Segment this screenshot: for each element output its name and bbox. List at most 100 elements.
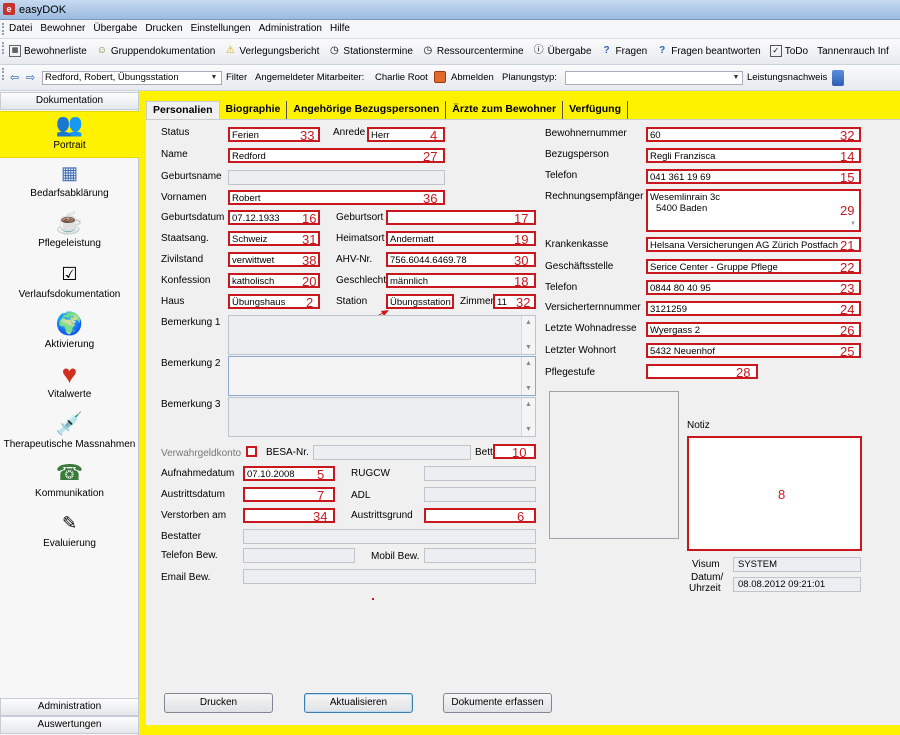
- sidebar-item-pflegeleistung[interactable]: ☕ Pflegeleistung: [0, 210, 139, 249]
- service-record-label[interactable]: Leistungsnachweis: [747, 72, 827, 83]
- annotation-number: 30: [514, 253, 529, 268]
- grip-handle[interactable]: [2, 23, 5, 35]
- annotation-number: 38: [302, 253, 317, 268]
- arrow-right-icon[interactable]: ⇨: [26, 71, 35, 84]
- bestatter-field[interactable]: [243, 529, 536, 544]
- toolbar-verlegungsbericht[interactable]: ⚠ Verlegungsbericht: [224, 45, 320, 57]
- letzte-wohnadresse-field[interactable]: Wyergass 2: [646, 322, 861, 337]
- geburtsname-field[interactable]: [228, 170, 445, 185]
- rechnungsempfaenger-label: Rechnungsempfänger: [545, 191, 644, 202]
- rugcw-field[interactable]: [424, 466, 536, 481]
- annotation-number: 21: [840, 238, 855, 253]
- logout-button[interactable]: Abmelden: [451, 72, 494, 83]
- menu-datei[interactable]: Datei: [9, 23, 32, 34]
- scrollbar[interactable]: ▲ ▼: [521, 398, 535, 436]
- menu-einstellungen[interactable]: Einstellungen: [191, 23, 251, 34]
- vornamen-field[interactable]: Robert: [228, 190, 445, 205]
- menu-bewohner[interactable]: Bewohner: [40, 23, 85, 34]
- globe-icon: 🌍: [55, 311, 84, 336]
- bemerkung1-textarea[interactable]: ▲ ▼: [228, 315, 536, 355]
- toolbar-tannenrauch[interactable]: Tannenrauch Inf: [817, 45, 889, 57]
- letzter-wohnort-field[interactable]: 5432 Neuenhof: [646, 343, 861, 358]
- grip-handle[interactable]: [2, 68, 5, 80]
- tab-aerzte[interactable]: Ärzte zum Bewohner: [446, 101, 564, 119]
- arrow-left-icon[interactable]: ⇦: [10, 71, 19, 84]
- toolbar-gruppendokumentation[interactable]: ☺ Gruppendokumentation: [96, 45, 216, 57]
- sidebar-item-therapeutische-massnahmen[interactable]: 💉 Therapeutische Massnahmen: [0, 411, 139, 450]
- scrollbar[interactable]: ▲ ▼: [521, 316, 535, 354]
- bestatter-label: Bestatter: [161, 531, 202, 542]
- chevron-down-icon[interactable]: ▼: [730, 72, 742, 84]
- bewohnernummer-field[interactable]: 60: [646, 127, 861, 142]
- zivilstand-label: Zivilstand: [161, 254, 204, 265]
- chevron-down-icon[interactable]: ▼: [850, 221, 856, 227]
- email-bew-field[interactable]: [243, 569, 536, 584]
- name-field[interactable]: Redford: [228, 148, 445, 163]
- menu-hilfe[interactable]: Hilfe: [330, 23, 350, 34]
- refresh-button[interactable]: Aktualisieren: [304, 693, 413, 713]
- sidebar-footer-administration[interactable]: Administration: [0, 698, 139, 716]
- tab-angehoerige[interactable]: Angehörige Bezugspersonen: [287, 101, 447, 119]
- tab-biographie[interactable]: Biographie: [220, 101, 288, 119]
- sidebar-item-portrait[interactable]: 👥 Portrait: [0, 111, 139, 158]
- plan-type-label: Planungstyp:: [502, 72, 557, 83]
- toolbar-fragen-beantworten[interactable]: ? Fragen beantworten: [656, 45, 761, 57]
- sidebar-header[interactable]: Dokumentation: [0, 92, 139, 110]
- documents-button[interactable]: Dokumente erfassen: [443, 693, 552, 713]
- austrittsdatum-label: Austrittsdatum: [161, 489, 225, 500]
- sidebar-item-verlaufsdokumentation[interactable]: ☑ Verlaufsdokumentation: [0, 261, 139, 300]
- tab-verfuegung[interactable]: Verfügung: [563, 101, 629, 119]
- filter-label[interactable]: Filter: [226, 72, 247, 83]
- verwahrgeld-checkbox[interactable]: [246, 446, 257, 457]
- chevron-down-icon[interactable]: ▼: [208, 72, 220, 84]
- krankenkasse-field[interactable]: Helsana Versicherungen AG Zürich Postfac…: [646, 237, 861, 252]
- sidebar-item-aktivierung[interactable]: 🌍 Aktivierung: [0, 311, 139, 350]
- menu-administration[interactable]: Administration: [259, 23, 322, 34]
- station-field[interactable]: Übungsstation: [386, 294, 454, 309]
- employee-label: Angemeldeter Mitarbeiter:: [255, 72, 365, 83]
- resident-photo[interactable]: [549, 391, 679, 539]
- sidebar-footer-auswertungen[interactable]: Auswertungen: [0, 716, 139, 734]
- toolbar-todo[interactable]: ✓ ToDo: [769, 45, 808, 57]
- notiz-textarea[interactable]: [687, 436, 862, 551]
- logout-icon[interactable]: [434, 71, 446, 83]
- plan-type-select[interactable]: [565, 71, 743, 85]
- expand-button[interactable]: [832, 70, 844, 86]
- warning-icon: ⚠: [225, 45, 235, 56]
- toolbar-ressourcentermine[interactable]: ◷ Ressourcentermine: [422, 45, 524, 57]
- bezugsperson-field[interactable]: Regli Franzisca: [646, 148, 861, 163]
- tab-personalien[interactable]: Personalien: [146, 101, 220, 119]
- sidebar-item-kommunikation[interactable]: ☎ Kommunikation: [0, 460, 139, 499]
- telefon-bew-field[interactable]: [243, 548, 355, 563]
- resident-select[interactable]: Redford, Robert, Übungsstation: [42, 71, 222, 85]
- toolbar-bewohnerliste[interactable]: ▦ Bewohnerliste: [9, 45, 87, 57]
- sidebar-item-vitalwerte[interactable]: ♥ Vitalwerte: [0, 361, 139, 400]
- toolbar-fragen[interactable]: ? Fragen: [601, 45, 647, 57]
- grip-handle[interactable]: [2, 42, 5, 54]
- rechnungsempfaenger-field[interactable]: Wesemlinrain 3c 5400 Baden: [646, 189, 861, 232]
- versichertennummer-field[interactable]: 3121259: [646, 301, 861, 316]
- bemerkung2-textarea[interactable]: ▲ ▼: [228, 356, 536, 396]
- toolbar: ▦ Bewohnerliste ☺ Gruppendokumentation ⚠ Ve…: [0, 39, 900, 65]
- datum-label: Datum/: [691, 572, 724, 583]
- menu-drucken[interactable]: Drucken: [145, 23, 182, 34]
- geschaeftsstelle-field[interactable]: Serice Center - Gruppe Pflege: [646, 259, 861, 274]
- print-button[interactable]: Drucken: [164, 693, 273, 713]
- mobil-bew-field[interactable]: [424, 548, 536, 563]
- konfession-label: Konfession: [161, 275, 211, 286]
- sidebar-item-evaluierung[interactable]: ✎ Evaluierung: [0, 510, 139, 549]
- bemerkung3-textarea[interactable]: ▲ ▼: [228, 397, 536, 437]
- annotation-number: 19: [514, 232, 529, 247]
- scrollbar[interactable]: ▲ ▼: [521, 357, 535, 395]
- telefon-field[interactable]: 041 361 19 69: [646, 169, 861, 184]
- care-icon: ☕: [55, 210, 84, 235]
- menu-uebergabe[interactable]: Übergabe: [93, 23, 137, 34]
- toolbar-uebergabe[interactable]: ⓘ Übergabe: [533, 45, 592, 57]
- sidebar-item-bedarfsabklaerung[interactable]: ▦ Bedarfsabklärung: [0, 160, 139, 199]
- adl-field[interactable]: [424, 487, 536, 502]
- telefon2-field[interactable]: 0844 80 40 95: [646, 280, 861, 295]
- annotation-number: 2: [306, 295, 314, 310]
- notiz-label: Notiz: [687, 420, 710, 431]
- besa-field[interactable]: [313, 445, 471, 460]
- toolbar-stationstermine[interactable]: ◷ Stationstermine: [328, 45, 413, 57]
